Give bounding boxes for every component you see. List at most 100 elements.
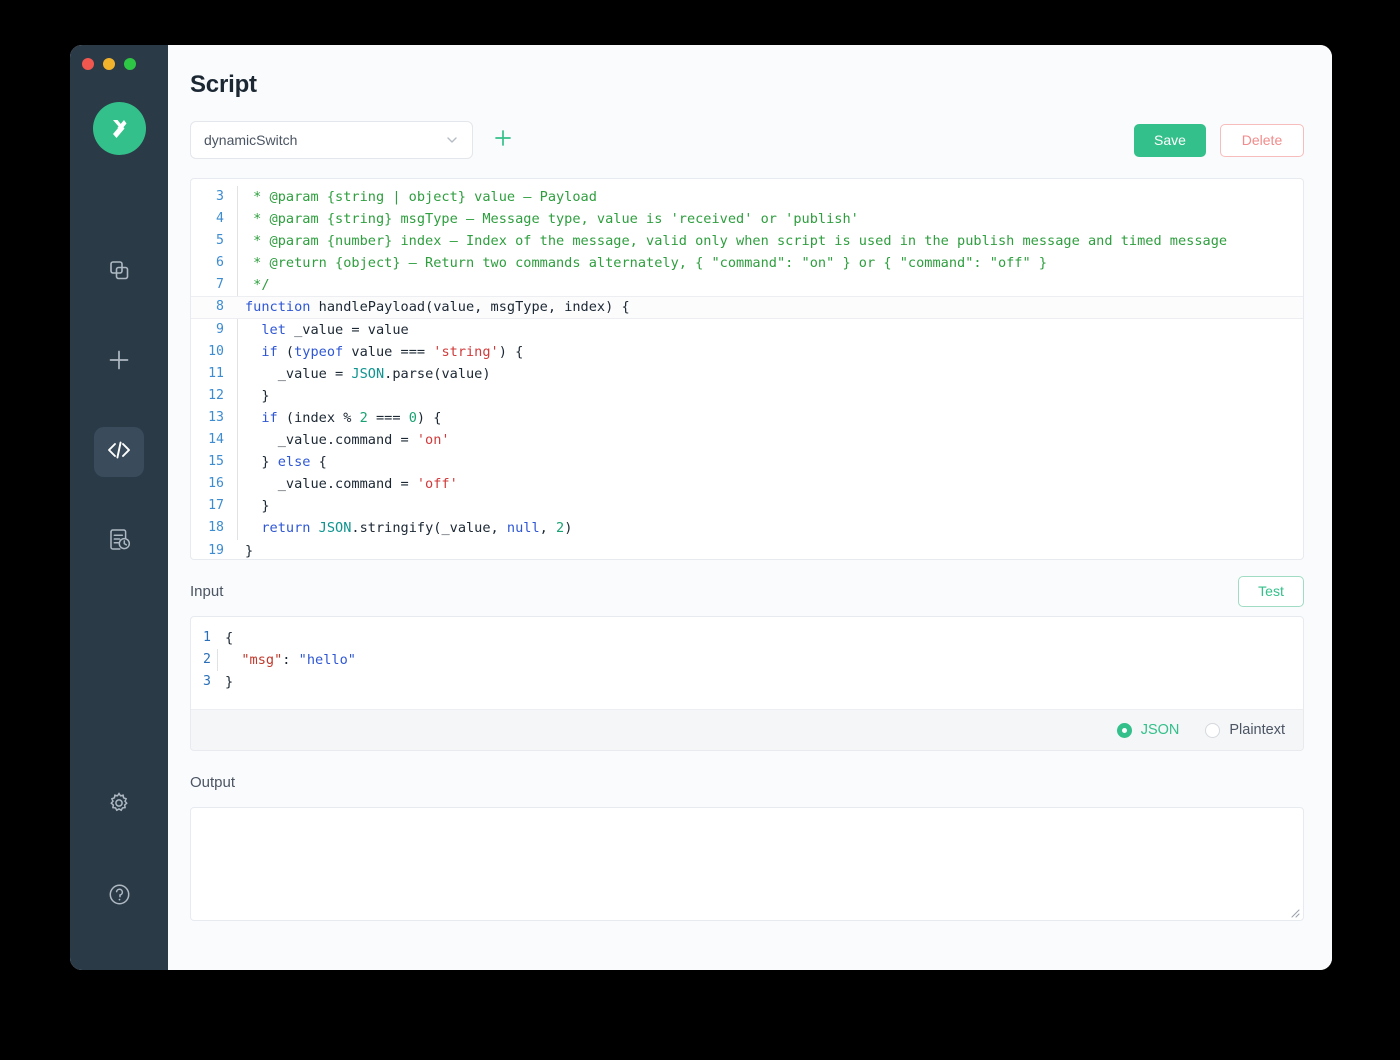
- sidebar-nav: [94, 247, 144, 607]
- line-number: 5: [216, 233, 224, 249]
- code-text: * @return {object} — Return two commands…: [245, 255, 1048, 272]
- code-text: * @param {string} msgType — Message type…: [245, 211, 859, 228]
- resize-handle-icon[interactable]: [1288, 905, 1300, 918]
- code-line: 14 _value.command = 'on': [191, 429, 1303, 452]
- code-icon: [105, 436, 133, 469]
- window-traffic-lights: [82, 58, 136, 70]
- line-number: 15: [208, 454, 224, 470]
- output-panel[interactable]: [190, 807, 1304, 922]
- minimize-window-button[interactable]: [103, 58, 115, 70]
- line-number: 6: [216, 255, 224, 271]
- code-line: 3 * @param {string | object} value — Pay…: [191, 186, 1303, 209]
- test-button[interactable]: Test: [1238, 575, 1304, 607]
- sidebar-item-logs[interactable]: [94, 517, 144, 567]
- line-number: 17: [208, 498, 224, 514]
- copy-squares-icon: [107, 258, 131, 287]
- code-text: function handlePayload(value, msgType, i…: [245, 299, 630, 316]
- line-number: 13: [208, 409, 224, 425]
- line-number: 2: [203, 652, 211, 668]
- app-window: Script dynamicSwitch Save Delete 3 * @pa…: [70, 45, 1332, 970]
- input-editor-lines[interactable]: 1{2 "msg": "hello" 3}: [191, 617, 1303, 709]
- line-number: 14: [208, 432, 224, 448]
- line-number: 9: [216, 321, 224, 337]
- input-label: Input: [190, 582, 224, 600]
- line-number: 11: [208, 365, 224, 381]
- code-line: 17 }: [191, 495, 1303, 518]
- line-number: 1: [203, 630, 211, 645]
- code-text: {: [225, 630, 234, 646]
- log-history-icon: [107, 527, 132, 557]
- code-line: 13 if (index % 2 === 0) {: [191, 406, 1303, 430]
- code-line: 6 * @return {object} — Return two comman…: [191, 252, 1303, 275]
- code-line: 15 } else {: [191, 451, 1303, 474]
- code-line: 7 */: [191, 274, 1303, 297]
- sidebar-item-help[interactable]: [94, 872, 144, 922]
- code-text: * @param {string | object} value — Paylo…: [245, 189, 597, 205]
- save-button[interactable]: Save: [1134, 123, 1206, 157]
- code-text: if (typeof value === 'string') {: [261, 343, 524, 360]
- code-text: _value = JSON.parse(value): [245, 365, 491, 382]
- code-line: 19}: [191, 540, 1303, 560]
- line-number: 18: [208, 520, 224, 536]
- code-line: 18 return JSON.stringify(_value, null, 2…: [191, 517, 1303, 540]
- code-editor-lines[interactable]: 3 * @param {string | object} value — Pay…: [191, 179, 1303, 560]
- close-window-button[interactable]: [82, 58, 94, 70]
- plus-icon: [106, 347, 132, 378]
- code-line: 5 * @param {number} index — Index of the…: [191, 230, 1303, 253]
- toolbar-actions: Save Delete: [1134, 123, 1304, 157]
- format-option-json[interactable]: JSON: [1116, 722, 1180, 739]
- code-line: 9 let _value = value: [191, 318, 1303, 341]
- line-number: 10: [208, 343, 224, 359]
- sidebar-item-copy[interactable]: [94, 247, 144, 297]
- code-text: }: [245, 542, 254, 559]
- code-line: 3}: [191, 671, 1303, 693]
- script-select-value: dynamicSwitch: [204, 132, 298, 148]
- code-line: 16 _value.command = 'off': [191, 473, 1303, 496]
- main-content: Script dynamicSwitch Save Delete 3 * @pa…: [168, 45, 1332, 970]
- code-text: }: [245, 498, 270, 515]
- line-number: 3: [216, 189, 224, 204]
- code-text: }: [245, 387, 270, 404]
- code-line: 4 * @param {string} msgType — Message ty…: [191, 208, 1303, 231]
- sidebar-item-add[interactable]: [94, 337, 144, 387]
- line-number: 7: [216, 277, 224, 293]
- help-icon: [107, 882, 132, 912]
- output-label: Output: [190, 773, 236, 791]
- code-text: let _value = value: [261, 321, 409, 338]
- emqx-logo: [92, 102, 146, 155]
- line-number: 4: [216, 211, 224, 227]
- line-number: 8: [216, 299, 224, 315]
- line-number: 16: [208, 476, 224, 492]
- format-option-plaintext[interactable]: Plaintext: [1205, 722, 1285, 738]
- code-editor[interactable]: 3 * @param {string | object} value — Pay…: [190, 178, 1304, 560]
- sidebar-bottom-nav: [94, 780, 144, 922]
- input-panel: 1{2 "msg": "hello" 3} JSON Plaintext: [190, 616, 1304, 752]
- format-option-label: JSON: [1140, 722, 1180, 739]
- code-text: if (index % 2 === 0) {: [261, 409, 442, 426]
- script-toolbar: dynamicSwitch Save Delete: [190, 121, 1304, 159]
- code-line: 10 if (typeof value === 'string') {: [191, 340, 1303, 363]
- gear-icon: [107, 791, 131, 820]
- line-number: 12: [208, 387, 224, 403]
- code-text: _value.command = 'on': [245, 432, 450, 449]
- sidebar: [70, 45, 168, 970]
- code-text: } else {: [245, 454, 327, 471]
- maximize-window-button[interactable]: [124, 58, 136, 70]
- delete-button[interactable]: Delete: [1220, 123, 1304, 157]
- sidebar-item-script[interactable]: [94, 427, 144, 477]
- code-line: 1{: [191, 627, 1303, 649]
- format-option-label: Plaintext: [1229, 722, 1285, 739]
- radio-icon: [1116, 722, 1132, 738]
- line-number: 19: [208, 542, 224, 558]
- line-number: 3: [203, 674, 211, 690]
- script-select[interactable]: dynamicSwitch: [190, 121, 473, 159]
- output-section-header: Output: [190, 757, 1304, 807]
- radio-icon: [1205, 722, 1221, 738]
- code-line: 8 function handlePayload(value, msgType, …: [191, 296, 1303, 319]
- code-line: 2 "msg": "hello": [191, 649, 1303, 672]
- code-text: _value.command = 'off': [245, 476, 458, 493]
- add-script-button[interactable]: [492, 129, 514, 151]
- code-text: "msg": "hello": [241, 652, 356, 669]
- sidebar-item-settings[interactable]: [94, 780, 144, 830]
- code-line: 12 }: [191, 384, 1303, 407]
